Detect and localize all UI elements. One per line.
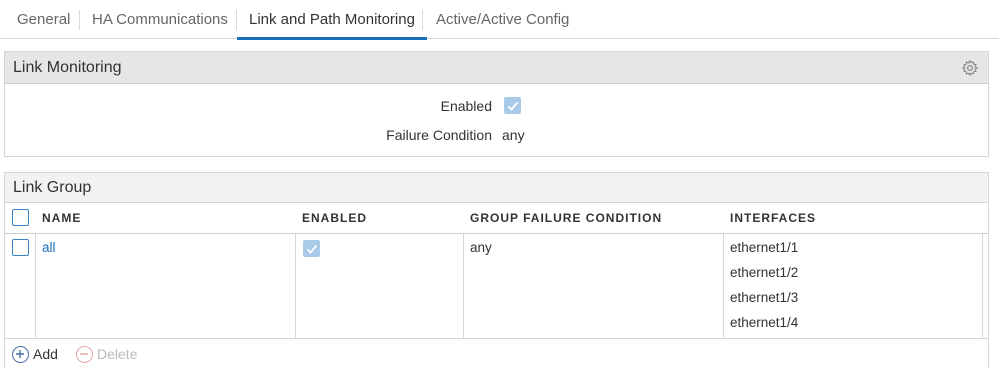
link-monitoring-panel: Link Monitoring Enabled Failure Conditio… xyxy=(4,51,989,157)
link-group-title: Link Group xyxy=(13,179,92,196)
delete-button-label: Delete xyxy=(97,346,138,362)
tab-link-and-path-monitoring[interactable]: Link and Path Monitoring xyxy=(237,0,427,40)
tab-general[interactable]: General xyxy=(17,0,70,39)
gear-icon[interactable] xyxy=(961,59,979,77)
link-group-panel: Link Group NAME ENABLED GROUP FAILURE CO… xyxy=(4,172,989,369)
tab-divider xyxy=(422,10,423,30)
link-monitoring-body: Enabled Failure Condition any xyxy=(5,84,988,156)
column-header-interfaces[interactable]: INTERFACES xyxy=(730,203,816,233)
column-header-name[interactable]: NAME xyxy=(42,203,81,233)
column-header-group-failure-condition[interactable]: GROUP FAILURE CONDITION xyxy=(470,203,662,233)
tab-divider xyxy=(236,10,237,30)
enabled-label: Enabled xyxy=(440,98,492,114)
link-monitoring-header: Link Monitoring xyxy=(5,52,988,84)
table-header: NAME ENABLED GROUP FAILURE CONDITION INT… xyxy=(5,203,988,234)
add-icon xyxy=(12,345,29,363)
select-all-checkbox[interactable] xyxy=(12,209,29,226)
failure-condition-value: any xyxy=(502,127,525,143)
interface-item: ethernet1/1 xyxy=(730,240,799,255)
interface-item: ethernet1/4 xyxy=(730,315,799,330)
row-select-checkbox[interactable] xyxy=(12,239,29,256)
failure-condition-label: Failure Condition xyxy=(386,127,492,143)
add-button-label: Add xyxy=(33,346,58,362)
check-icon xyxy=(507,101,519,111)
tab-divider xyxy=(79,10,80,30)
check-icon xyxy=(306,244,318,254)
row-enabled-checkbox xyxy=(303,240,320,257)
enabled-checkbox xyxy=(504,97,521,114)
interface-item: ethernet1/2 xyxy=(730,265,799,280)
interface-item: ethernet1/3 xyxy=(730,290,799,305)
tab-active-active-config[interactable]: Active/Active Config xyxy=(436,0,569,39)
table-toolbar: Add Delete xyxy=(5,338,988,369)
link-group-name-link[interactable]: all xyxy=(42,240,56,255)
tab-bar: General HA Communications Link and Path … xyxy=(0,0,999,40)
delete-button[interactable]: Delete xyxy=(76,344,137,364)
delete-icon xyxy=(76,345,93,363)
group-failure-condition-value: any xyxy=(470,240,492,255)
column-header-enabled[interactable]: ENABLED xyxy=(302,203,367,233)
link-group-header: Link Group xyxy=(5,173,988,203)
tab-ha-communications[interactable]: HA Communications xyxy=(92,0,228,39)
add-button[interactable]: Add xyxy=(12,344,58,364)
link-monitoring-title: Link Monitoring xyxy=(13,59,122,76)
